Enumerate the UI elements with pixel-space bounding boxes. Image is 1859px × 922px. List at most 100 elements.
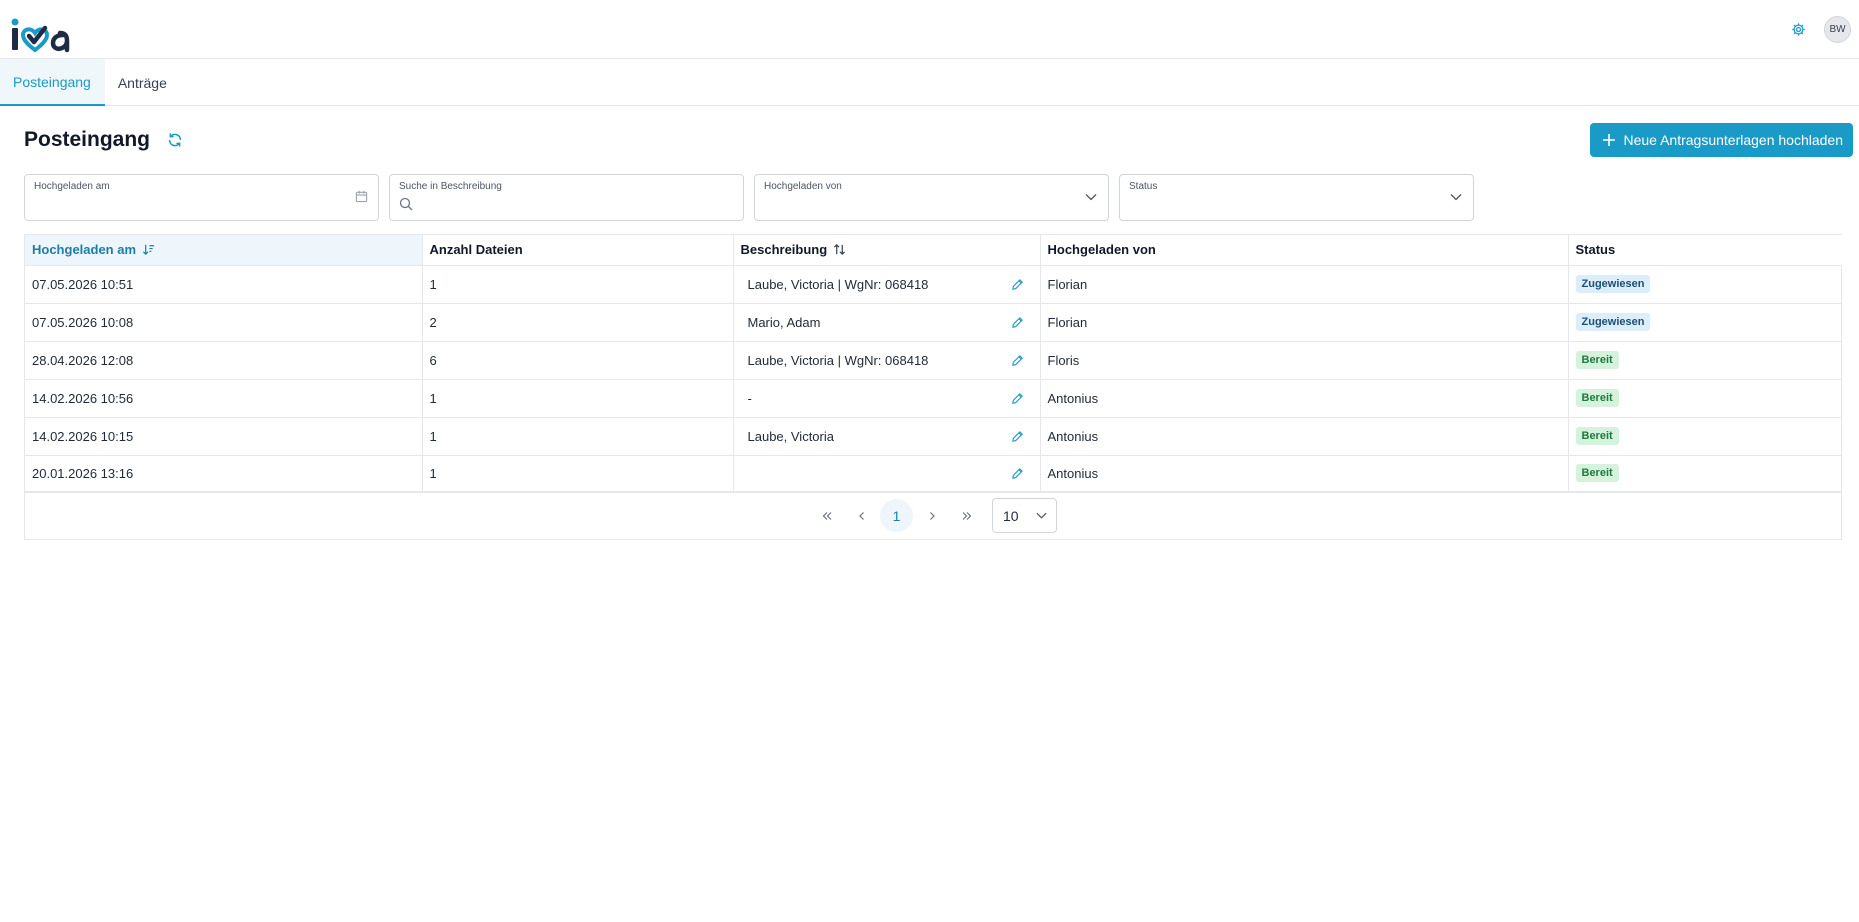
- description-search-input[interactable]: Suche in Beschreibung: [389, 174, 744, 221]
- next-page-button[interactable]: [914, 498, 949, 533]
- cell-uploaded-by: Floris: [1040, 341, 1569, 380]
- tab-posteingang[interactable]: Posteingang: [0, 59, 105, 106]
- filter-bar: Hochgeladen am Suche in Beschreibung Hoc…: [0, 174, 1859, 221]
- cell-status: Zugewiesen: [1568, 265, 1842, 304]
- refresh-icon: [168, 133, 182, 147]
- cell-description: Laube, Victoria | WgNr: 068418: [733, 265, 1041, 304]
- cell-description: Laube, Victoria: [733, 417, 1041, 456]
- cell-file-count: 1: [422, 265, 734, 304]
- column-label: Hochgeladen von: [1047, 242, 1156, 258]
- double-chevron-left-icon: [822, 511, 831, 520]
- calendar-icon[interactable]: [355, 190, 368, 203]
- last-page-button[interactable]: [949, 498, 984, 533]
- column-header-status[interactable]: Status: [1568, 235, 1842, 266]
- pencil-icon: [1012, 278, 1023, 290]
- cell-file-count: 1: [422, 417, 734, 456]
- settings-button[interactable]: [1787, 18, 1809, 40]
- pencil-icon: [1012, 392, 1023, 404]
- cell-file-count: 1: [422, 455, 734, 492]
- upload-documents-button[interactable]: Neue Antragsunterlagen hochladen: [1590, 123, 1853, 157]
- cell-description: Mario, Adam: [733, 303, 1041, 342]
- status-select[interactable]: Status: [1119, 174, 1474, 221]
- pencil-icon: [1012, 316, 1023, 328]
- description-text: Laube, Victoria | WgNr: 068418: [747, 352, 929, 368]
- table-row[interactable]: 14.02.2026 10:15 1 Laube, Victoria Antonius…: [25, 417, 1842, 456]
- user-avatar[interactable]: BW: [1824, 15, 1851, 43]
- cell-uploaded-at: 28.04.2026 12:08: [25, 341, 423, 380]
- column-header-uploaded-by[interactable]: Hochgeladen von: [1040, 235, 1569, 266]
- table-row[interactable]: 07.05.2026 10:51 1 Laube, Victoria | WgNr:…: [25, 265, 1842, 304]
- cell-uploaded-at: 14.02.2026 10:15: [25, 417, 423, 456]
- table-row[interactable]: 28.04.2026 12:08 6 Laube, Victoria | WgNr:…: [25, 341, 1842, 380]
- page-header: Posteingang Neue Antragsunterlagen hochl…: [0, 106, 1859, 174]
- edit-description-button[interactable]: [1009, 351, 1027, 369]
- cell-uploaded-at: 07.05.2026 10:51: [25, 265, 423, 304]
- cell-uploaded-by: Antonius: [1040, 379, 1569, 418]
- pencil-icon: [1012, 430, 1023, 442]
- sort-descending-icon: [142, 245, 155, 256]
- pagination: 1 10: [25, 491, 1841, 539]
- description-text: -: [747, 390, 752, 406]
- table-header-row: Hochgeladen am Anzahl Dateien Beschreibu…: [25, 235, 1842, 266]
- pencil-icon: [1012, 467, 1023, 479]
- sort-icon: [834, 244, 846, 256]
- cell-uploaded-by: Florian: [1040, 265, 1569, 304]
- double-chevron-right-icon: [962, 511, 971, 520]
- cell-status: Zugewiesen: [1568, 303, 1842, 342]
- column-label: Anzahl Dateien: [429, 242, 523, 258]
- column-label: Status: [1575, 242, 1616, 258]
- tab-antraege[interactable]: Anträge: [105, 59, 181, 106]
- page-button-current[interactable]: 1: [880, 499, 913, 532]
- main-tabs: Posteingang Anträge: [0, 59, 1859, 106]
- edit-description-button[interactable]: [1009, 389, 1027, 407]
- table-row[interactable]: 07.05.2026 10:08 2 Mario, Adam Florian Zugew…: [25, 303, 1842, 342]
- uploaded-by-label: Hochgeladen von: [764, 181, 842, 192]
- cell-description: [733, 455, 1041, 492]
- pencil-icon: [1012, 354, 1023, 366]
- column-header-description[interactable]: Beschreibung: [733, 235, 1041, 266]
- rows-per-page-select[interactable]: 10: [992, 498, 1057, 533]
- status-label: Status: [1129, 181, 1158, 192]
- cell-status: Bereit: [1568, 341, 1842, 380]
- iva-logo[interactable]: [9, 5, 71, 53]
- cell-status: Bereit: [1568, 417, 1842, 456]
- edit-description-button[interactable]: [1009, 275, 1027, 293]
- previous-page-button[interactable]: [844, 498, 879, 533]
- status-badge: Bereit: [1575, 351, 1619, 369]
- cell-description: Laube, Victoria | WgNr: 068418: [733, 341, 1041, 380]
- chevron-right-icon: [929, 511, 935, 520]
- uploaded-at-datepicker[interactable]: Hochgeladen am: [24, 174, 379, 221]
- uploaded-by-select[interactable]: Hochgeladen von: [754, 174, 1109, 221]
- edit-description-button[interactable]: [1009, 464, 1027, 482]
- first-page-button[interactable]: [809, 498, 844, 533]
- status-badge: Bereit: [1575, 464, 1619, 482]
- cell-description: -: [733, 379, 1041, 418]
- inbox-table: Hochgeladen am Anzahl Dateien Beschreibu…: [24, 234, 1842, 540]
- description-text: Mario, Adam: [747, 314, 821, 330]
- edit-description-button[interactable]: [1009, 427, 1027, 445]
- cell-uploaded-by: Florian: [1040, 303, 1569, 342]
- cell-uploaded-at: 07.05.2026 10:08: [25, 303, 423, 342]
- chevron-down-icon: [1085, 194, 1097, 201]
- top-bar: BW: [0, 0, 1859, 59]
- uploaded-at-label: Hochgeladen am: [34, 181, 110, 192]
- table-row[interactable]: 20.01.2026 13:16 1 Antonius Bereit: [25, 455, 1842, 492]
- cell-file-count: 2: [422, 303, 734, 342]
- table-row[interactable]: 14.02.2026 10:56 1- Antonius Bereit: [25, 379, 1842, 418]
- description-text: Laube, Victoria | WgNr: 068418: [747, 276, 929, 292]
- refresh-button[interactable]: [164, 129, 186, 151]
- status-badge: Bereit: [1575, 427, 1619, 445]
- status-badge: Bereit: [1575, 389, 1619, 407]
- gear-icon: [1791, 22, 1805, 36]
- search-icon: [399, 197, 413, 211]
- column-header-uploaded-at[interactable]: Hochgeladen am: [25, 235, 423, 266]
- column-header-file-count[interactable]: Anzahl Dateien: [422, 235, 734, 266]
- status-badge: Zugewiesen: [1575, 313, 1651, 331]
- page-title: Posteingang: [24, 128, 151, 151]
- cell-uploaded-by: Antonius: [1040, 417, 1569, 456]
- rows-per-page-value: 10: [1003, 507, 1019, 524]
- chevron-down-icon: [1036, 512, 1047, 519]
- edit-description-button[interactable]: [1009, 313, 1027, 331]
- chevron-down-icon: [1450, 194, 1462, 201]
- cell-uploaded-at: 14.02.2026 10:56: [25, 379, 423, 418]
